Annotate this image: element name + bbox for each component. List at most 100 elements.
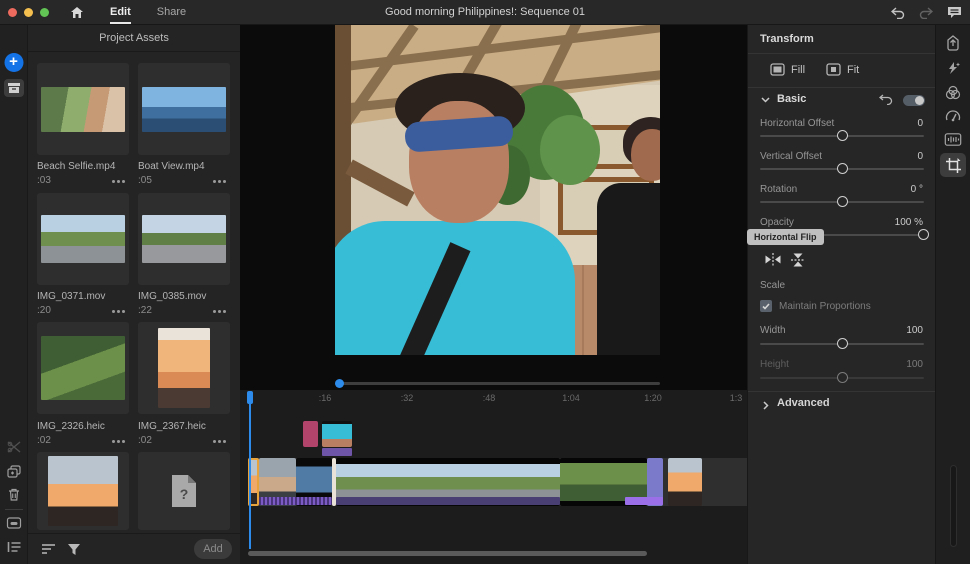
asset-tile[interactable] bbox=[37, 452, 129, 530]
height-value: 100 bbox=[906, 359, 923, 370]
media-bin-icon[interactable] bbox=[4, 79, 24, 97]
asset-tile[interactable] bbox=[138, 63, 230, 155]
fill-icon bbox=[770, 63, 785, 76]
project-assets-panel: Project Assets Beach Selfie.mp4 :03 Boat… bbox=[28, 25, 240, 564]
rotation-value[interactable]: 0 ° bbox=[911, 184, 923, 195]
filter-icon[interactable] bbox=[68, 544, 80, 555]
asset-tile[interactable] bbox=[37, 63, 129, 155]
redo-icon[interactable] bbox=[919, 7, 933, 19]
preview-scrubber[interactable] bbox=[335, 382, 660, 385]
toolbar-divider bbox=[5, 509, 23, 510]
asset-menu-icon[interactable] bbox=[112, 180, 125, 183]
main-track[interactable] bbox=[248, 458, 747, 506]
h-offset-slider[interactable] bbox=[760, 135, 924, 137]
audio-icon[interactable] bbox=[945, 133, 962, 146]
minimize-window-icon[interactable] bbox=[24, 8, 33, 17]
v-offset-value[interactable]: 0 bbox=[917, 151, 923, 162]
audio-strip[interactable] bbox=[625, 497, 663, 505]
speed-icon[interactable] bbox=[945, 109, 961, 122]
ruler-label: :32 bbox=[401, 393, 414, 403]
fit-label: Fit bbox=[847, 64, 859, 76]
undo-icon[interactable] bbox=[891, 7, 905, 19]
playhead-handle[interactable] bbox=[247, 391, 253, 404]
fit-button[interactable]: Fit bbox=[826, 63, 859, 76]
panel-title: Transform bbox=[760, 33, 814, 45]
window-controls[interactable] bbox=[8, 8, 56, 17]
timeline-scrollbar[interactable] bbox=[248, 551, 647, 556]
asset-tile[interactable] bbox=[138, 193, 230, 285]
zoom-window-icon[interactable] bbox=[40, 8, 49, 17]
asset-thumbnail bbox=[41, 336, 125, 400]
color-icon[interactable] bbox=[945, 85, 961, 100]
fill-label: Fill bbox=[791, 64, 805, 76]
split-clip-icon[interactable] bbox=[7, 441, 21, 453]
transform-panel: Transform Fill Fit Basic Horizontal Offs… bbox=[747, 25, 935, 564]
title-clip[interactable] bbox=[303, 421, 318, 447]
asset-menu-icon[interactable] bbox=[112, 310, 125, 313]
asset-duration: :02 bbox=[138, 435, 152, 446]
feedback-icon[interactable] bbox=[947, 6, 962, 19]
overlay-audio-clip[interactable] bbox=[322, 448, 352, 456]
close-window-icon[interactable] bbox=[8, 8, 17, 17]
asset-tile[interactable] bbox=[138, 322, 230, 414]
missing-file-icon: ? bbox=[170, 474, 198, 508]
asset-thumbnail bbox=[48, 456, 118, 526]
tab-edit[interactable]: Edit bbox=[110, 6, 131, 18]
title-bar: Edit Share Good morning Philippines!: Se… bbox=[0, 0, 970, 25]
home-icon[interactable] bbox=[70, 6, 84, 19]
asset-tile[interactable] bbox=[37, 322, 129, 414]
asset-menu-icon[interactable] bbox=[112, 440, 125, 443]
graphics-icon[interactable] bbox=[945, 35, 961, 51]
reset-icon[interactable] bbox=[879, 93, 893, 105]
voiceover-panel-icon[interactable] bbox=[6, 517, 21, 529]
overlay-video-clip[interactable] bbox=[322, 421, 352, 447]
asset-name: Beach Selfie.mp4 bbox=[37, 161, 115, 172]
timeline-panel: :16 :32 :48 1:04 1:20 1:3 bbox=[240, 390, 747, 564]
asset-menu-icon[interactable] bbox=[213, 440, 226, 443]
timeline-clip[interactable] bbox=[668, 458, 702, 506]
ruler-label: :48 bbox=[483, 393, 496, 403]
svg-text:?: ? bbox=[180, 486, 189, 502]
width-value[interactable]: 100 bbox=[906, 325, 923, 336]
asset-tile-missing[interactable]: ? bbox=[138, 452, 230, 530]
scene-man bbox=[335, 221, 575, 355]
scrubber-handle[interactable] bbox=[335, 379, 344, 388]
fill-button[interactable]: Fill bbox=[770, 63, 805, 76]
ruler-label: :16 bbox=[319, 393, 332, 403]
delete-clip-icon[interactable] bbox=[8, 488, 20, 501]
add-media-icon[interactable]: + bbox=[4, 53, 23, 72]
rotation-slider[interactable] bbox=[760, 201, 924, 203]
width-slider[interactable] bbox=[760, 343, 924, 345]
transform-icon[interactable] bbox=[940, 153, 966, 177]
maintain-proportions-checkbox[interactable] bbox=[760, 300, 772, 312]
maintain-proportions-label: Maintain Proportions bbox=[779, 301, 871, 312]
effects-rail bbox=[935, 25, 970, 564]
add-to-timeline-button[interactable]: Add bbox=[194, 539, 232, 559]
effect-toggle[interactable] bbox=[903, 95, 925, 106]
tab-share[interactable]: Share bbox=[157, 6, 186, 18]
effects-icon[interactable] bbox=[945, 61, 961, 75]
chevron-right-icon[interactable] bbox=[763, 401, 769, 410]
asset-tile[interactable] bbox=[37, 193, 129, 285]
preview-video[interactable] bbox=[335, 25, 660, 355]
opacity-value[interactable]: 100 % bbox=[895, 217, 923, 228]
track-controls-icon[interactable] bbox=[7, 541, 21, 553]
v-offset-slider[interactable] bbox=[760, 168, 924, 170]
width-label: Width bbox=[760, 325, 786, 336]
project-toolbar: + bbox=[0, 25, 28, 564]
ruler-label: 1:04 bbox=[562, 393, 580, 403]
v-offset-label: Vertical Offset bbox=[760, 151, 822, 162]
sort-icon[interactable] bbox=[42, 544, 55, 554]
asset-menu-icon[interactable] bbox=[213, 310, 226, 313]
audio-strip[interactable] bbox=[259, 497, 332, 505]
panel-scrollbar[interactable] bbox=[950, 465, 957, 547]
advanced-section-label[interactable]: Advanced bbox=[777, 397, 830, 409]
vertical-flip-icon[interactable] bbox=[791, 253, 805, 267]
horizontal-flip-icon[interactable] bbox=[765, 253, 781, 266]
duplicate-clip-icon[interactable] bbox=[7, 465, 21, 478]
h-offset-value[interactable]: 0 bbox=[917, 118, 923, 129]
playhead[interactable] bbox=[249, 391, 251, 549]
audio-strip[interactable] bbox=[336, 497, 560, 505]
chevron-down-icon[interactable] bbox=[761, 97, 770, 103]
asset-menu-icon[interactable] bbox=[213, 180, 226, 183]
